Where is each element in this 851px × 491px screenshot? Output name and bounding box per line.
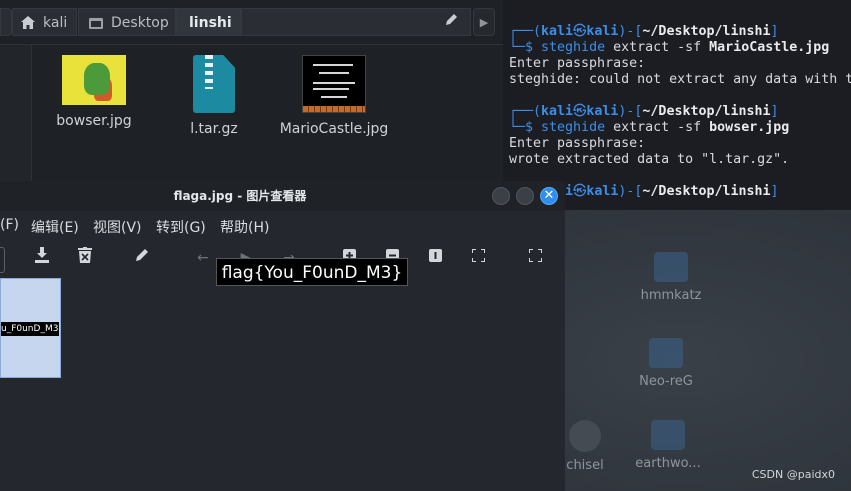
fullscreen-icon	[527, 248, 543, 263]
close-button[interactable]: ✕	[540, 187, 558, 205]
terminal-prompt-1: ┌──(kali㉿kali)-[~/Desktop/linshi]	[509, 24, 779, 39]
desktop-icon-earthworm[interactable]: earthwo...	[628, 420, 708, 471]
file-name: MarioCastle.jpg	[279, 121, 389, 137]
close-icon: ✕	[543, 188, 555, 203]
desktop-icon-label: hmmkatz	[640, 288, 702, 303]
breadcrumb-desktop[interactable]: Desktop	[78, 8, 176, 36]
file-name: bowser.jpg	[56, 113, 132, 129]
breadcrumb-label: Desktop	[111, 15, 169, 31]
fit-window-icon	[470, 248, 486, 263]
edit-path-button[interactable]	[441, 12, 461, 32]
pencil-icon	[445, 14, 457, 25]
image-view-area[interactable]	[0, 278, 565, 491]
scroll-right-button[interactable]: ▶	[473, 8, 495, 36]
file-name: l.tar.gz	[190, 121, 238, 137]
archive-icon	[193, 55, 235, 113]
title-bar[interactable]: flaga.jpg - 图片查看器 ✕	[0, 181, 565, 211]
breadcrumb-home[interactable]: kali	[12, 8, 77, 36]
file-item-ltargz[interactable]: l.tar.gz	[159, 55, 269, 137]
image-thumbnail	[302, 55, 366, 113]
folder-icon	[649, 338, 683, 368]
menu-help[interactable]: 帮助(H)	[220, 217, 269, 237]
menu-bar: (F) 编辑(E) 视图(V) 转到(G) 帮助(H)	[0, 213, 565, 237]
terminal-output: Enter passphrase:	[509, 136, 646, 151]
thumbnail-flag-text: u_F0unD_M3}	[1, 322, 59, 336]
edit-button[interactable]	[131, 247, 153, 269]
desktop-icon-label: Neo-reG	[639, 374, 693, 389]
folder-icon	[654, 252, 688, 282]
breadcrumb-label: kali	[43, 15, 68, 31]
file-item-mariocastle[interactable]: MarioCastle.jpg	[279, 55, 389, 137]
arrow-left-icon: ←	[197, 250, 209, 266]
trash-icon	[78, 247, 92, 263]
path-bar-empty	[241, 8, 471, 36]
desktop-icon-hmmkatz[interactable]: hmmkatz	[631, 252, 711, 303]
path-bar: kali Desktop linshi ▶	[0, 0, 503, 45]
download-icon	[35, 247, 49, 263]
terminal-prompt-2: ┌──(kali㉿kali)-[~/Desktop/linshi]	[509, 104, 779, 119]
image-viewer-window: flaga.jpg - 图片查看器 ✕ (F) 编辑(E) 视图(V) 转到(G…	[0, 181, 565, 491]
menu-goto[interactable]: 转到(G)	[156, 217, 206, 237]
selected-thumbnail[interactable]: u_F0unD_M3}	[0, 278, 61, 378]
displayed-image: flag{You_F0unD_M3}	[216, 258, 408, 286]
save-as-button[interactable]	[31, 247, 53, 269]
file-item-bowser[interactable]: bowser.jpg	[39, 55, 149, 129]
maximize-button[interactable]	[516, 187, 534, 205]
desktop-icon-neo-reg[interactable]: Neo-reG	[626, 338, 706, 389]
terminal-output: steghide: could not extract any data wit…	[509, 72, 851, 87]
image-thumbnail	[62, 55, 126, 105]
minimize-button[interactable]	[492, 187, 510, 205]
home-icon	[21, 11, 37, 29]
terminal-window[interactable]: ┌──(kali㉿kali)-[~/Desktop/linshi] └─$ st…	[503, 0, 851, 210]
terminal-command-1: └─$ steghide extract -sf MarioCastle.jpg	[509, 40, 830, 55]
window-title: flaga.jpg - 图片查看器	[173, 189, 307, 203]
menu-view[interactable]: 视图(V)	[93, 217, 142, 237]
breadcrumb-overflow[interactable]	[0, 8, 12, 36]
watermark: CSDN @paidx0	[751, 468, 835, 481]
breadcrumb-label: linshi	[189, 15, 232, 31]
terminal-output: wrote extracted data to "l.tar.gz".	[509, 152, 790, 167]
desktop-icon-label: earthwo...	[635, 456, 701, 471]
gear-icon	[569, 420, 601, 452]
fullscreen-button[interactable]	[524, 247, 546, 269]
desktop-icon-label: chisel	[566, 458, 604, 473]
folder-icon	[651, 420, 685, 450]
terminal-output: Enter passphrase:	[509, 56, 646, 71]
file-manager-window: kali Desktop linshi ▶ bowser.jpg l.tar.g…	[0, 0, 503, 183]
zoom-fit-button[interactable]	[467, 247, 489, 269]
menu-edit[interactable]: 编辑(E)	[31, 217, 79, 237]
toolbar-partial-button[interactable]	[0, 247, 5, 273]
delete-button[interactable]	[74, 247, 96, 269]
terminal-command-2: └─$ steghide extract -sf bowser.jpg	[509, 120, 790, 135]
back-button[interactable]: ←	[192, 247, 214, 269]
actual-size-icon	[428, 249, 442, 262]
menu-file[interactable]: (F)	[0, 217, 19, 233]
folder-icon	[89, 11, 105, 29]
breadcrumb-current[interactable]: linshi	[176, 8, 241, 36]
zoom-100-button[interactable]	[424, 247, 446, 269]
sidebar	[0, 45, 32, 183]
pencil-icon	[136, 249, 148, 261]
